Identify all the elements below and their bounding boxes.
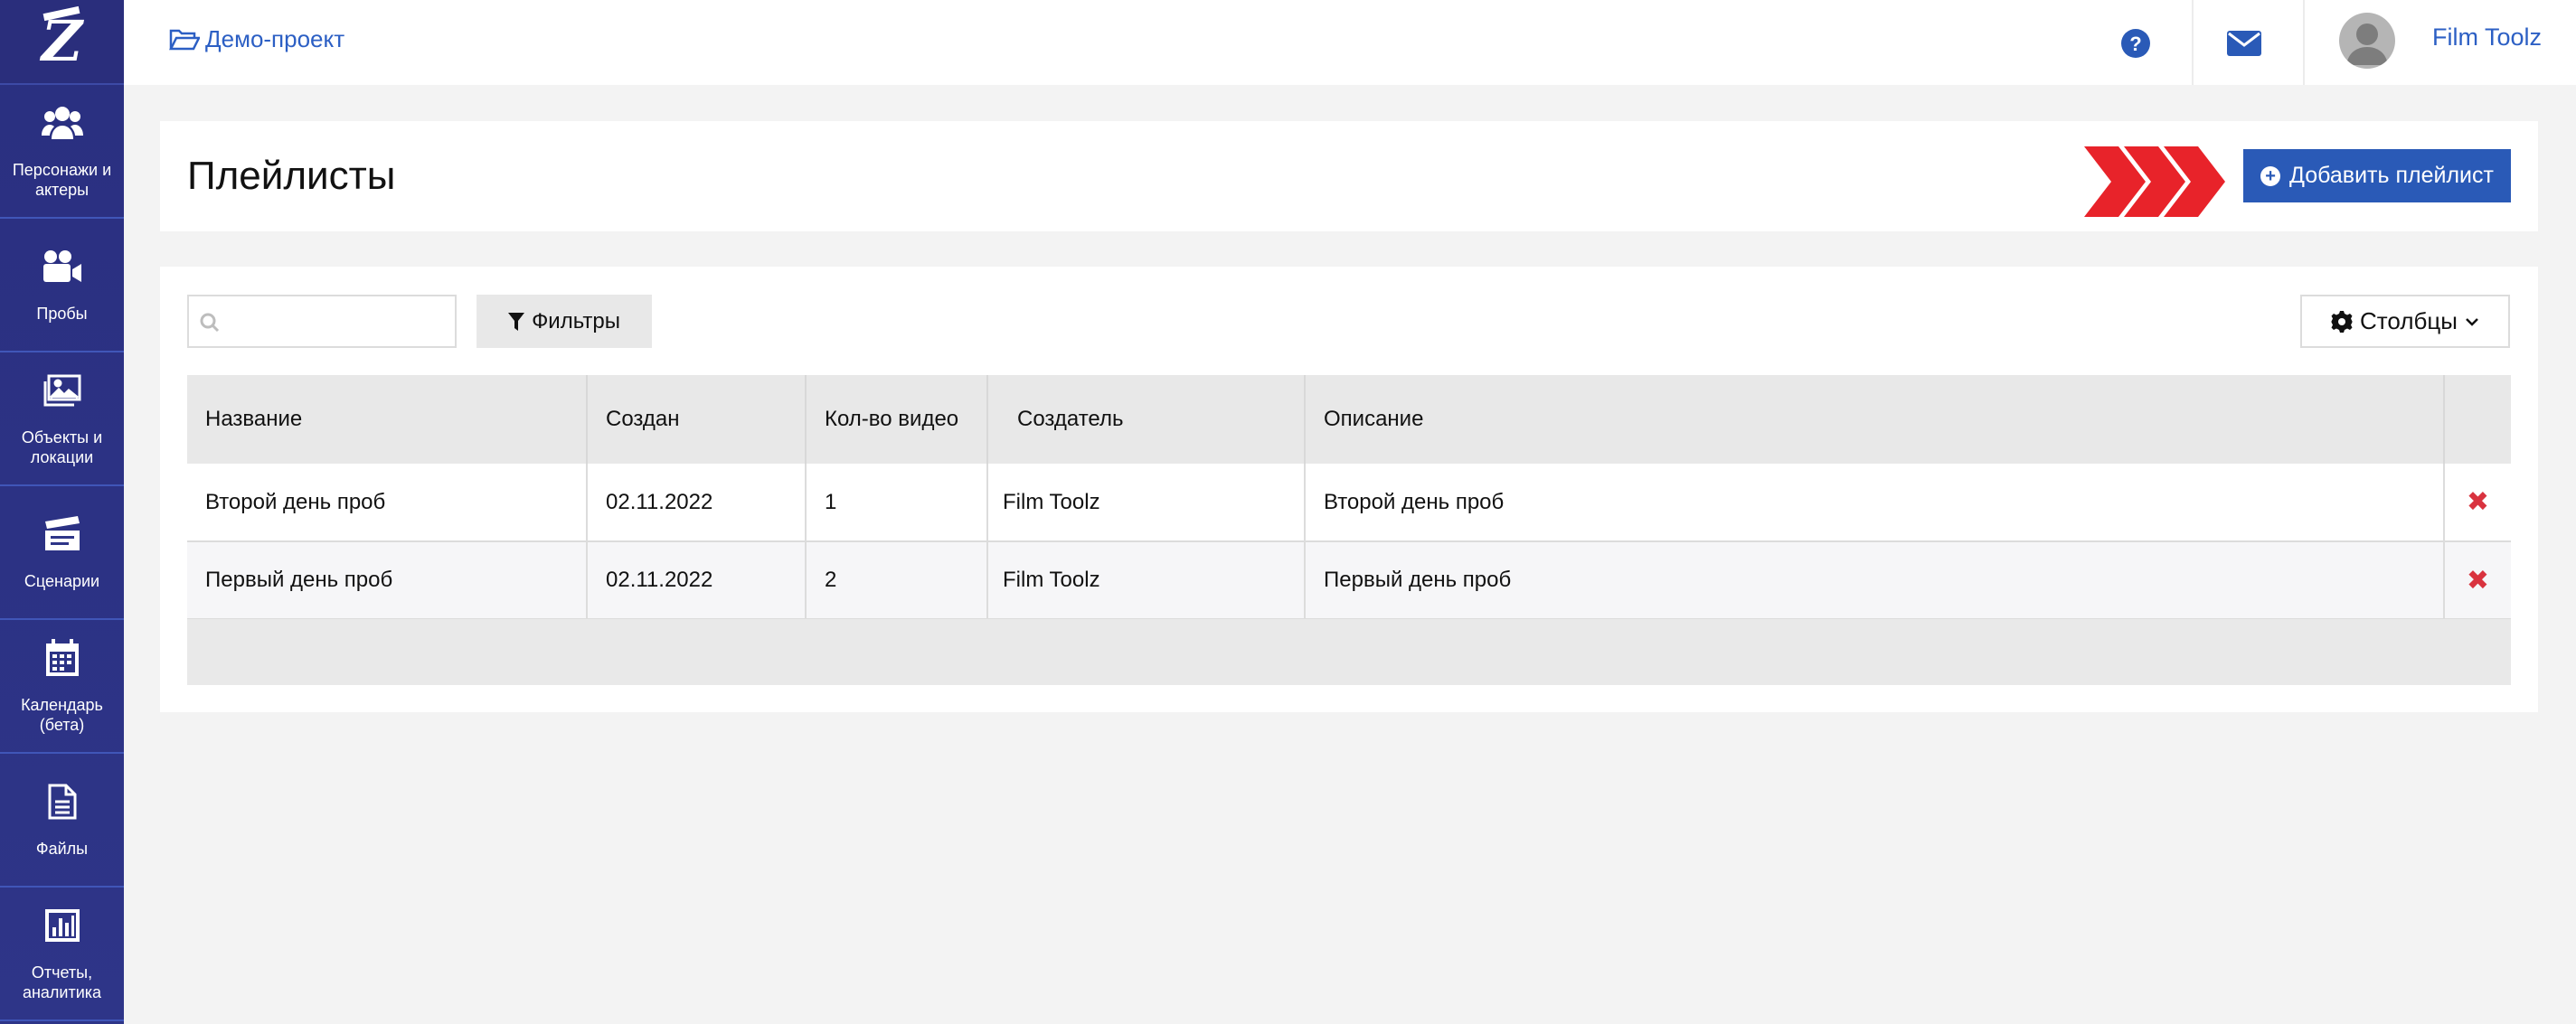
calendar-icon <box>42 637 83 679</box>
cell-creator: Film Toolz <box>987 541 1306 620</box>
sidebar-item-label: Пробы <box>36 305 88 323</box>
plus-circle-icon: + <box>2260 165 2281 186</box>
logo-z-mark: Z <box>41 8 83 74</box>
image-icon <box>42 370 83 411</box>
sidebar-item-label: Отчеты, аналитика <box>22 963 102 1001</box>
folder-open-icon <box>169 29 200 50</box>
page-header: Плейлисты + Добавить плейлист <box>160 121 2538 231</box>
project-name: Демо-проект <box>205 25 345 52</box>
table-header-row: Название Создан Кол-во видео Создатель О… <box>187 375 2511 464</box>
close-icon: ✖ <box>2466 565 2490 596</box>
sidebar-item-label: Сценарии <box>24 572 100 590</box>
users-icon <box>41 102 83 144</box>
playlists-table-card: Фильтры Столбцы Название Создан Кол-во в… <box>160 267 2538 712</box>
topbar-divider <box>2303 0 2305 85</box>
cell-name: Первый день проб <box>187 541 588 620</box>
column-header-actions <box>2444 375 2511 464</box>
chevron-down-icon <box>2466 317 2478 326</box>
sidebar-item-objects[interactable]: Объекты и локации <box>0 352 124 486</box>
clapperboard-icon <box>42 513 83 555</box>
question-circle-icon[interactable]: ? <box>2118 25 2154 61</box>
search-icon <box>200 313 220 333</box>
cell-created: 02.11.2022 <box>587 464 807 542</box>
sidebar-item-label: Объекты и локации <box>21 428 103 466</box>
cell-video-count: 2 <box>806 541 988 620</box>
chevrons-arrow-icon <box>2084 146 2225 217</box>
delete-button[interactable]: ✖ <box>2444 464 2511 542</box>
sidebar-item-files[interactable]: Файлы <box>0 754 124 888</box>
cell-creator: Film Toolz <box>987 464 1306 542</box>
avatar[interactable] <box>2339 13 2395 69</box>
sidebar: Z Персонажи и актеры Пробы Объекты и лок… <box>0 0 124 1024</box>
column-header-name[interactable]: Название <box>187 375 588 464</box>
sidebar-item-label: Календарь (бета) <box>21 696 103 734</box>
playlists-table: Название Создан Кол-во видео Создатель О… <box>187 375 2511 620</box>
add-playlist-button[interactable]: + Добавить плейлист <box>2243 149 2511 202</box>
search-input[interactable] <box>187 295 457 348</box>
topbar-divider <box>2192 0 2194 85</box>
column-header-creator[interactable]: Создатель <box>987 375 1306 464</box>
column-header-created[interactable]: Создан <box>587 375 807 464</box>
table-row[interactable]: Первый день проб 02.11.2022 2 Film Toolz… <box>187 541 2511 620</box>
sidebar-item-label: Персонажи и актеры <box>12 161 112 199</box>
sidebar-item-auditions[interactable]: Пробы <box>0 219 124 352</box>
sidebar-item-scenarios[interactable]: Сценарии <box>0 486 124 620</box>
table-footer <box>187 619 2511 685</box>
column-header-video-count[interactable]: Кол-во видео <box>806 375 988 464</box>
filters-label: Фильтры <box>532 308 620 334</box>
filter-icon <box>508 312 525 331</box>
cell-created: 02.11.2022 <box>587 541 807 620</box>
cell-video-count: 1 <box>806 464 988 542</box>
columns-label: Столбцы <box>2360 307 2458 334</box>
cell-description: Второй день проб <box>1305 464 2445 542</box>
add-playlist-label: Добавить плейлист <box>2289 163 2494 188</box>
svg-text:?: ? <box>2129 33 2141 55</box>
filters-button[interactable]: Фильтры <box>477 295 652 348</box>
file-icon <box>42 781 83 822</box>
sidebar-item-label: Файлы <box>35 840 89 858</box>
close-icon: ✖ <box>2466 487 2490 517</box>
topbar: Демо-проект ? Film Toolz <box>124 0 2576 85</box>
sidebar-item-reports[interactable]: Отчеты, аналитика <box>0 888 124 1021</box>
envelope-icon[interactable] <box>2226 25 2262 61</box>
project-link[interactable]: Демо-проект <box>169 25 344 53</box>
gear-icon <box>2331 310 2353 333</box>
sidebar-item-calendar[interactable]: Календарь (бета) <box>0 620 124 754</box>
table-row[interactable]: Второй день проб 02.11.2022 1 Film Toolz… <box>187 464 2511 542</box>
video-camera-icon <box>42 246 83 287</box>
bar-chart-icon <box>42 905 83 946</box>
username[interactable]: Film Toolz <box>2432 23 2542 52</box>
cell-description: Первый день проб <box>1305 541 2445 620</box>
app-logo[interactable]: Z <box>0 0 124 85</box>
page-title: Плейлисты <box>187 154 396 198</box>
sidebar-item-characters[interactable]: Персонажи и актеры <box>0 85 124 219</box>
delete-button[interactable]: ✖ <box>2444 541 2511 620</box>
cell-name: Второй день проб <box>187 464 588 542</box>
columns-button[interactable]: Столбцы <box>2300 295 2510 348</box>
column-header-description[interactable]: Описание <box>1305 375 2445 464</box>
